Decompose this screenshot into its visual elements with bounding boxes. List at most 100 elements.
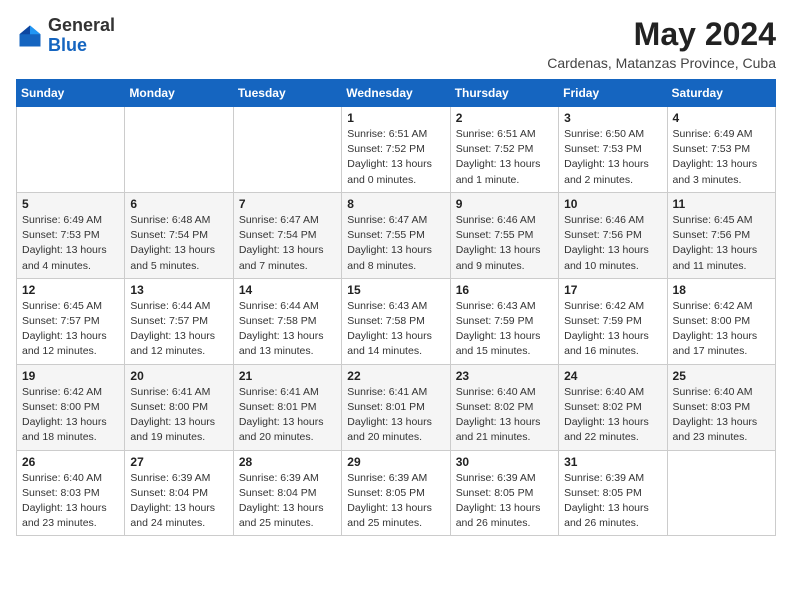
page-header: General Blue May 2024 Cardenas, Matanzas… <box>16 16 776 71</box>
calendar-day-cell: 26 Sunrise: 6:40 AMSunset: 8:03 PMDayligh… <box>17 450 125 536</box>
calendar-day-cell: 12 Sunrise: 6:45 AMSunset: 7:57 PMDayligh… <box>17 278 125 364</box>
day-number: 18 <box>673 283 770 297</box>
calendar-day-cell <box>17 107 125 193</box>
day-number: 26 <box>22 455 119 469</box>
day-of-week-header: Thursday <box>450 80 558 107</box>
day-info: Sunrise: 6:42 AMSunset: 8:00 PMDaylight:… <box>673 299 770 360</box>
day-number: 19 <box>22 369 119 383</box>
day-of-week-header: Friday <box>559 80 667 107</box>
calendar-day-cell: 23 Sunrise: 6:40 AMSunset: 8:02 PMDayligh… <box>450 364 558 450</box>
calendar-day-cell: 10 Sunrise: 6:46 AMSunset: 7:56 PMDayligh… <box>559 192 667 278</box>
calendar-day-cell: 24 Sunrise: 6:40 AMSunset: 8:02 PMDayligh… <box>559 364 667 450</box>
calendar-day-cell: 13 Sunrise: 6:44 AMSunset: 7:57 PMDayligh… <box>125 278 233 364</box>
calendar-day-cell: 5 Sunrise: 6:49 AMSunset: 7:53 PMDaylight… <box>17 192 125 278</box>
day-of-week-header: Wednesday <box>342 80 450 107</box>
calendar-day-cell: 7 Sunrise: 6:47 AMSunset: 7:54 PMDaylight… <box>233 192 341 278</box>
day-info: Sunrise: 6:41 AMSunset: 8:00 PMDaylight:… <box>130 385 227 446</box>
day-of-week-header: Tuesday <box>233 80 341 107</box>
day-number: 3 <box>564 111 661 125</box>
logo-icon <box>16 22 44 50</box>
day-number: 14 <box>239 283 336 297</box>
calendar-day-cell: 18 Sunrise: 6:42 AMSunset: 8:00 PMDayligh… <box>667 278 775 364</box>
day-number: 11 <box>673 197 770 211</box>
calendar-day-cell <box>667 450 775 536</box>
calendar-day-cell: 16 Sunrise: 6:43 AMSunset: 7:59 PMDayligh… <box>450 278 558 364</box>
calendar-day-cell: 29Sunrise: 6:39 AMSunset: 8:05 PMDayligh… <box>342 450 450 536</box>
calendar-week-row: 5 Sunrise: 6:49 AMSunset: 7:53 PMDaylight… <box>17 192 776 278</box>
calendar-day-cell: 20Sunrise: 6:41 AMSunset: 8:00 PMDayligh… <box>125 364 233 450</box>
day-number: 17 <box>564 283 661 297</box>
day-info: Sunrise: 6:40 AMSunset: 8:03 PMDaylight:… <box>22 471 119 532</box>
day-number: 16 <box>456 283 553 297</box>
day-info: Sunrise: 6:43 AMSunset: 7:59 PMDaylight:… <box>456 299 553 360</box>
day-info: Sunrise: 6:42 AMSunset: 7:59 PMDaylight:… <box>564 299 661 360</box>
day-info: Sunrise: 6:42 AMSunset: 8:00 PMDaylight:… <box>22 385 119 446</box>
day-info: Sunrise: 6:49 AMSunset: 7:53 PMDaylight:… <box>673 127 770 188</box>
day-info: Sunrise: 6:46 AMSunset: 7:56 PMDaylight:… <box>564 213 661 274</box>
day-number: 9 <box>456 197 553 211</box>
day-info: Sunrise: 6:49 AMSunset: 7:53 PMDaylight:… <box>22 213 119 274</box>
calendar-week-row: 12 Sunrise: 6:45 AMSunset: 7:57 PMDayligh… <box>17 278 776 364</box>
calendar-day-cell: 8 Sunrise: 6:47 AMSunset: 7:55 PMDaylight… <box>342 192 450 278</box>
calendar-week-row: 26 Sunrise: 6:40 AMSunset: 8:03 PMDayligh… <box>17 450 776 536</box>
day-of-week-header: Monday <box>125 80 233 107</box>
day-info: Sunrise: 6:40 AMSunset: 8:02 PMDaylight:… <box>564 385 661 446</box>
calendar-table: SundayMondayTuesdayWednesdayThursdayFrid… <box>16 79 776 536</box>
day-of-week-header: Sunday <box>17 80 125 107</box>
day-number: 12 <box>22 283 119 297</box>
day-number: 1 <box>347 111 444 125</box>
day-of-week-header: Saturday <box>667 80 775 107</box>
calendar-day-cell: 4Sunrise: 6:49 AMSunset: 7:53 PMDaylight… <box>667 107 775 193</box>
day-number: 10 <box>564 197 661 211</box>
location-subtitle: Cardenas, Matanzas Province, Cuba <box>547 55 776 71</box>
calendar-day-cell: 27Sunrise: 6:39 AMSunset: 8:04 PMDayligh… <box>125 450 233 536</box>
calendar-day-cell: 15 Sunrise: 6:43 AMSunset: 7:58 PMDayligh… <box>342 278 450 364</box>
day-info: Sunrise: 6:45 AMSunset: 7:56 PMDaylight:… <box>673 213 770 274</box>
calendar-day-cell: 28 Sunrise: 6:39 AMSunset: 8:04 PMDayligh… <box>233 450 341 536</box>
title-block: May 2024 Cardenas, Matanzas Province, Cu… <box>547 16 776 71</box>
day-info: Sunrise: 6:44 AMSunset: 7:57 PMDaylight:… <box>130 299 227 360</box>
day-info: Sunrise: 6:47 AMSunset: 7:54 PMDaylight:… <box>239 213 336 274</box>
day-number: 13 <box>130 283 227 297</box>
day-info: Sunrise: 6:47 AMSunset: 7:55 PMDaylight:… <box>347 213 444 274</box>
day-info: Sunrise: 6:39 AMSunset: 8:05 PMDaylight:… <box>564 471 661 532</box>
day-number: 6 <box>130 197 227 211</box>
logo-text: General Blue <box>48 16 115 56</box>
calendar-week-row: 1 Sunrise: 6:51 AMSunset: 7:52 PMDaylight… <box>17 107 776 193</box>
day-info: Sunrise: 6:41 AMSunset: 8:01 PMDaylight:… <box>347 385 444 446</box>
calendar-day-cell: 30 Sunrise: 6:39 AMSunset: 8:05 PMDayligh… <box>450 450 558 536</box>
day-number: 25 <box>673 369 770 383</box>
calendar-day-cell: 22 Sunrise: 6:41 AMSunset: 8:01 PMDayligh… <box>342 364 450 450</box>
day-info: Sunrise: 6:39 AMSunset: 8:04 PMDaylight:… <box>239 471 336 532</box>
day-number: 28 <box>239 455 336 469</box>
day-info: Sunrise: 6:46 AMSunset: 7:55 PMDaylight:… <box>456 213 553 274</box>
calendar-week-row: 19 Sunrise: 6:42 AMSunset: 8:00 PMDayligh… <box>17 364 776 450</box>
day-number: 23 <box>456 369 553 383</box>
day-info: Sunrise: 6:45 AMSunset: 7:57 PMDaylight:… <box>22 299 119 360</box>
calendar-header-row: SundayMondayTuesdayWednesdayThursdayFrid… <box>17 80 776 107</box>
calendar-day-cell: 17 Sunrise: 6:42 AMSunset: 7:59 PMDayligh… <box>559 278 667 364</box>
day-number: 2 <box>456 111 553 125</box>
day-number: 24 <box>564 369 661 383</box>
day-info: Sunrise: 6:51 AMSunset: 7:52 PMDaylight:… <box>347 127 444 188</box>
day-number: 30 <box>456 455 553 469</box>
day-number: 7 <box>239 197 336 211</box>
calendar-day-cell: 3Sunrise: 6:50 AMSunset: 7:53 PMDaylight… <box>559 107 667 193</box>
day-number: 15 <box>347 283 444 297</box>
day-info: Sunrise: 6:40 AMSunset: 8:02 PMDaylight:… <box>456 385 553 446</box>
day-number: 22 <box>347 369 444 383</box>
calendar-day-cell <box>233 107 341 193</box>
day-number: 5 <box>22 197 119 211</box>
day-info: Sunrise: 6:51 AMSunset: 7:52 PMDaylight:… <box>456 127 553 188</box>
day-info: Sunrise: 6:48 AMSunset: 7:54 PMDaylight:… <box>130 213 227 274</box>
day-info: Sunrise: 6:39 AMSunset: 8:05 PMDaylight:… <box>456 471 553 532</box>
day-info: Sunrise: 6:41 AMSunset: 8:01 PMDaylight:… <box>239 385 336 446</box>
calendar-day-cell: 14Sunrise: 6:44 AMSunset: 7:58 PMDayligh… <box>233 278 341 364</box>
calendar-day-cell: 2 Sunrise: 6:51 AMSunset: 7:52 PMDaylight… <box>450 107 558 193</box>
day-info: Sunrise: 6:43 AMSunset: 7:58 PMDaylight:… <box>347 299 444 360</box>
day-number: 8 <box>347 197 444 211</box>
day-number: 31 <box>564 455 661 469</box>
calendar-day-cell: 1 Sunrise: 6:51 AMSunset: 7:52 PMDaylight… <box>342 107 450 193</box>
calendar-day-cell: 31 Sunrise: 6:39 AMSunset: 8:05 PMDayligh… <box>559 450 667 536</box>
day-info: Sunrise: 6:40 AMSunset: 8:03 PMDaylight:… <box>673 385 770 446</box>
